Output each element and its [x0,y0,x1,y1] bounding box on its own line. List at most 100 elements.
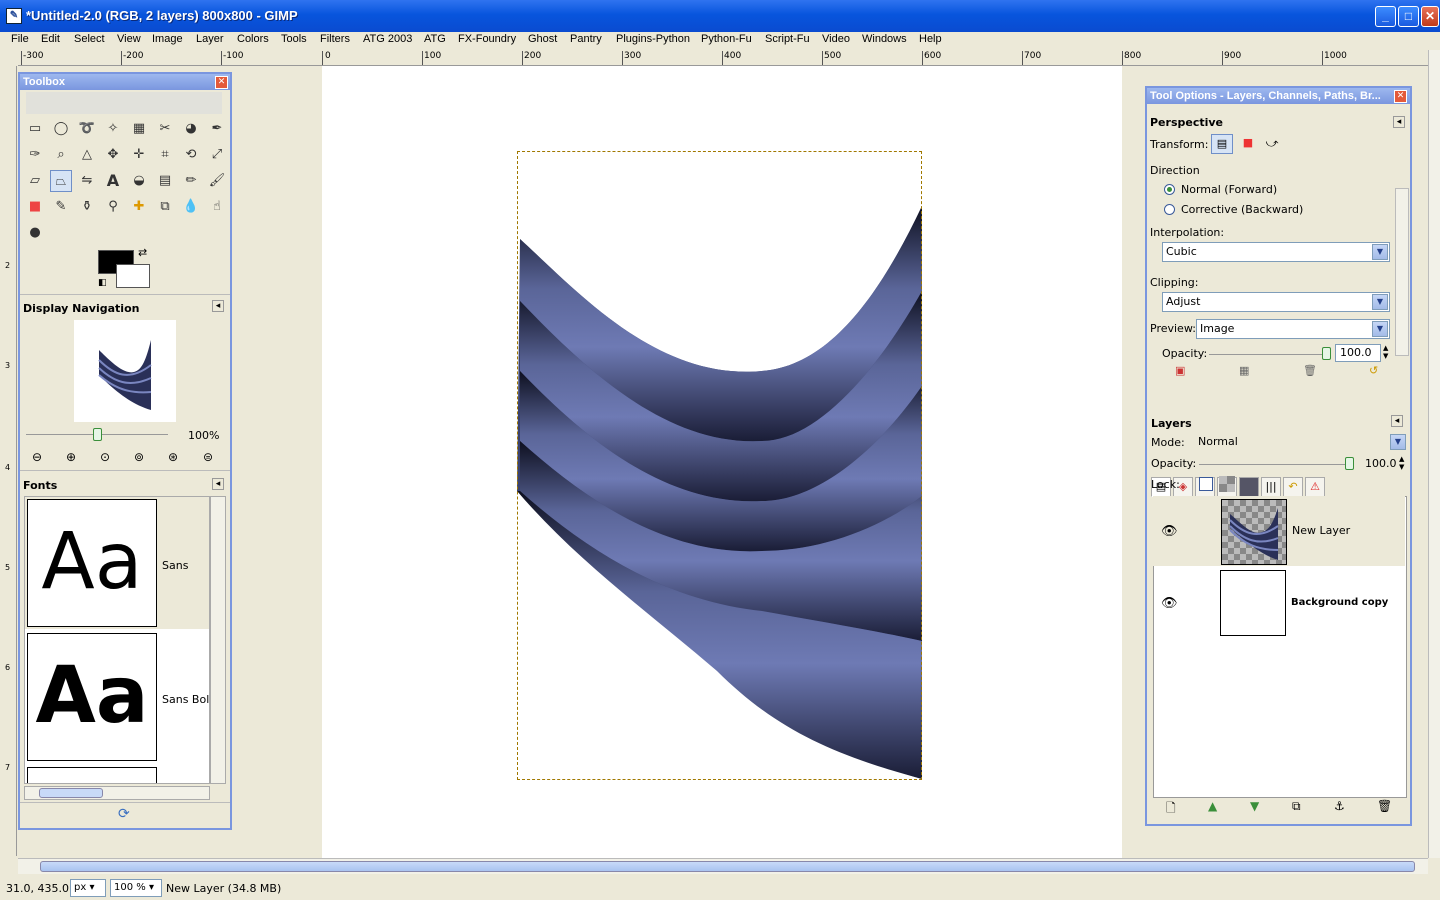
panel-menu-icon[interactable]: ◂ [1391,415,1403,427]
align-tool-icon[interactable]: ✛ [128,144,150,166]
menu-image[interactable]: Image [152,33,183,45]
preview-opacity-slider-knob[interactable] [1322,347,1331,360]
minimize-button[interactable]: _ [1375,6,1396,27]
tab-gradients[interactable]: ||| [1261,477,1281,497]
eye-icon[interactable]: 👁 [1161,524,1178,539]
menu-script-fu[interactable]: Script-Fu [765,33,810,45]
menu-windows[interactable]: Windows [862,33,907,45]
transform-path-icon[interactable]: ⤻ [1261,134,1283,154]
eye-icon[interactable]: 👁 [1161,596,1178,611]
direction-corrective-radio[interactable] [1164,204,1175,215]
lasso-tool-icon[interactable]: ➰ [76,118,98,140]
layer-opacity-slider-knob[interactable] [1345,457,1354,470]
maximize-button[interactable]: □ [1398,6,1419,27]
scale-tool-icon[interactable]: ⤢ [206,144,228,166]
toolbox-close-button[interactable]: ✕ [215,76,228,89]
layer-opacity-slider-track[interactable] [1199,464,1349,465]
bucket-fill-tool-icon[interactable]: ◒ [128,170,150,192]
shear-tool-icon[interactable]: ▱ [24,170,46,192]
new-layer-icon[interactable]: 🗋 [1166,799,1176,820]
lock-alpha-icon[interactable] [1219,476,1235,492]
interpolation-combo[interactable]: Cubic ▼ [1162,242,1390,262]
zoom-shrink-wrap-icon[interactable]: ⊜ [203,450,213,464]
flip-tool-icon[interactable]: ⇋ [76,170,98,192]
panel-menu-icon[interactable]: ◂ [212,478,224,490]
menu-fx-foundry[interactable]: FX-Foundry [458,33,516,45]
horizontal-ruler[interactable]: -300 -200 -100 0 100 200 300 400 500 600… [18,50,1428,66]
perspective-clone-tool-icon[interactable]: ⧉ [154,196,176,218]
menu-tools[interactable]: Tools [281,33,307,45]
blur-tool-icon[interactable]: 💧 [180,196,202,218]
zoom-fit-image-icon[interactable]: ⊚ [134,450,144,464]
move-tool-icon[interactable]: ✥ [102,144,124,166]
preview-opacity-input[interactable]: 100.0 [1335,344,1381,362]
save-options-icon[interactable]: ▣ [1175,364,1185,377]
lower-layer-icon[interactable]: ▼ [1250,799,1259,813]
transform-selection-icon[interactable]: ■ [1237,134,1259,154]
refresh-fonts-icon[interactable]: ⟳ [118,806,130,822]
menu-select[interactable]: Select [74,33,105,45]
transform-layer-icon[interactable]: ▤ [1211,134,1233,154]
restore-options-icon[interactable]: ▦ [1239,364,1249,377]
delete-layer-icon[interactable]: 🗑 [1377,799,1392,813]
menu-help[interactable]: Help [919,33,942,45]
clipping-combo[interactable]: Adjust ▼ [1162,292,1390,312]
airbrush-tool-icon[interactable]: ✎ [50,196,72,218]
zoom-1to1-icon[interactable]: ⊙ [100,450,110,464]
menu-atg[interactable]: ATG [424,33,446,45]
measure-tool-icon[interactable]: △ [76,144,98,166]
ink-tool-icon[interactable]: ⚱ [76,196,98,218]
layer-mode-combo[interactable]: Normal ▼ [1195,433,1407,453]
menu-ghost[interactable]: Ghost [528,33,557,45]
zoom-in-icon[interactable]: ⊕ [66,450,76,464]
menu-colors[interactable]: Colors [237,33,269,45]
close-button[interactable]: ✕ [1421,6,1439,27]
spin-button-icon[interactable]: ▲ ▼ [1383,344,1388,360]
tab-undo-history[interactable]: ↶ [1283,477,1303,497]
lock-pixels-checkbox[interactable] [1199,477,1213,491]
fuzzy-select-tool-icon[interactable]: ✧ [102,118,124,140]
paths-tool-icon[interactable]: ✒ [206,118,228,140]
zoom-out-icon[interactable]: ⊖ [32,450,42,464]
scissors-tool-icon[interactable]: ✂ [154,118,176,140]
swap-colors-icon[interactable]: ⇄ [138,246,147,259]
blend-tool-icon[interactable]: ▤ [154,170,176,192]
font-item-sans-bold[interactable]: Aa Sans Bold [25,631,209,763]
menu-pantry[interactable]: Pantry [570,33,602,45]
zoom-select[interactable]: 100 % ▾ [110,879,162,897]
foreground-select-tool-icon[interactable]: ◕ [180,118,202,140]
tab-error-console[interactable]: ⚠ [1305,477,1325,497]
menu-view[interactable]: View [117,33,141,45]
layer-row-background-copy[interactable]: 👁 Background copy [1153,568,1405,638]
default-colors-icon[interactable]: ◧ [98,278,107,288]
spin-button-icon[interactable]: ▲ ▼ [1399,455,1404,471]
delete-options-icon[interactable]: 🗑 [1303,364,1317,377]
menu-filters[interactable]: Filters [320,33,350,45]
crop-tool-icon[interactable]: ⌗ [154,144,176,166]
perspective-tool-icon[interactable]: ⏢ [50,170,72,192]
preview-opacity-slider-track[interactable] [1209,354,1329,355]
rect-select-tool-icon[interactable]: ▭ [24,118,46,140]
zoom-fill-window-icon[interactable]: ⊛ [168,450,178,464]
scrollbar-thumb[interactable] [40,861,1415,872]
vertical-scrollbar[interactable] [1428,50,1440,858]
menu-video[interactable]: Video [822,33,850,45]
menu-layer[interactable]: Layer [196,33,224,45]
vertical-ruler[interactable]: 2 3 4 5 6 7 [3,66,17,856]
panel-menu-icon[interactable]: ◂ [1393,116,1405,128]
reset-options-icon[interactable]: ↺ [1369,364,1378,377]
color-picker-tool-icon[interactable]: ✑ [24,144,46,166]
layer-opacity-value[interactable]: 100.0 [1365,457,1397,470]
anchor-layer-icon[interactable]: ⚓ [1334,799,1345,813]
menu-plugins-python[interactable]: Plugins-Python [616,33,690,45]
font-item-sans[interactable]: Aa Sans [25,497,209,629]
preview-combo[interactable]: Image ▼ [1196,319,1390,339]
navigation-preview[interactable] [74,320,176,422]
fonts-vertical-scrollbar[interactable] [210,496,226,784]
rotate-tool-icon[interactable]: ⟲ [180,144,202,166]
pencil-tool-icon[interactable]: ✏ [180,170,202,192]
smudge-tool-icon[interactable]: ☝ [206,196,228,218]
duplicate-layer-icon[interactable]: ⧉ [1292,799,1301,814]
text-tool-icon[interactable]: A [102,170,124,192]
panel-menu-icon[interactable]: ◂ [212,300,224,312]
